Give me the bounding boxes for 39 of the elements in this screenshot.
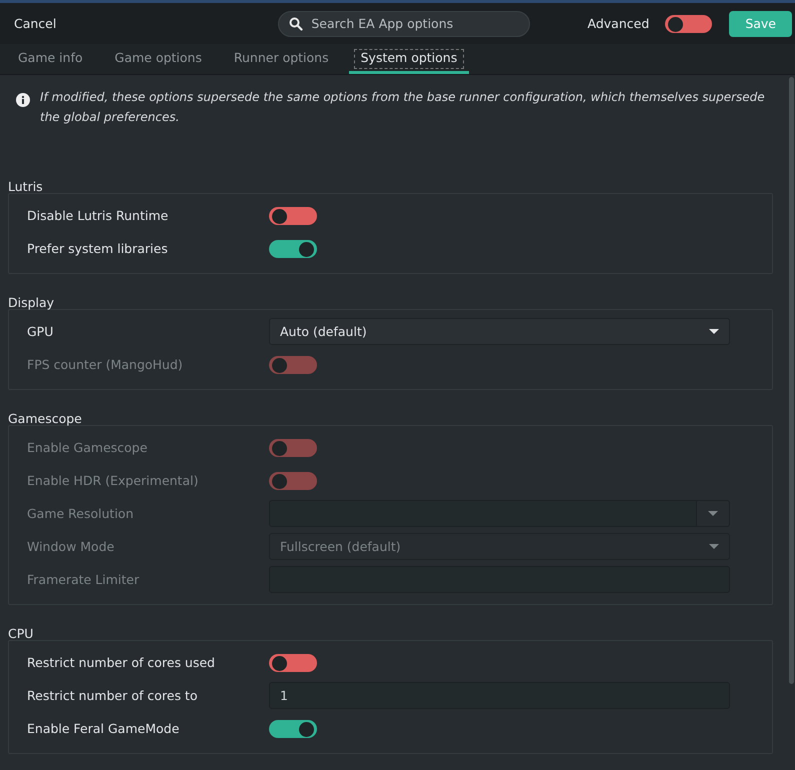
option-label: Disable Lutris Runtime [27, 208, 170, 223]
tab[interactable]: Runner options [222, 44, 341, 74]
option-label: Framerate Limiter [27, 572, 140, 587]
info-text: If modified, these options supersede the same options from the base runner configuration, which themselves supersede the global preferences. [40, 89, 765, 126]
dropdown[interactable]: Auto (default) [269, 318, 730, 345]
tab[interactable]: System options [348, 44, 470, 74]
input-field[interactable]: 1 [269, 682, 730, 709]
option-label: Enable HDR (Experimental) [27, 473, 200, 488]
option-label: Restrict number of cores to [27, 688, 198, 703]
option-label: GPU [27, 324, 54, 339]
option-label: Restrict number of cores used [27, 655, 216, 670]
option-label: Prefer system libraries [27, 241, 169, 256]
toggle-switch[interactable] [269, 206, 317, 224]
section-title: Lutris [8, 180, 44, 194]
advanced-label: Advanced [588, 16, 650, 31]
option-label: Enable Feral GameMode [27, 721, 180, 736]
toggle-switch[interactable] [269, 654, 317, 672]
save-button[interactable]: Save [729, 10, 792, 36]
section-title: CPU [8, 627, 34, 641]
toggle-switch[interactable] [269, 240, 317, 258]
search-field[interactable]: Search EA App options [309, 15, 529, 32]
section-title: Gamescope [8, 412, 83, 426]
option-label: Enable Gamescope [27, 440, 148, 455]
dropdown-arrow-icon [709, 328, 719, 334]
tab[interactable]: Game options [102, 44, 214, 74]
toggle-switch[interactable] [269, 720, 317, 738]
dropdown-arrow-icon [709, 544, 719, 550]
option-label: FPS counter (MangoHud) [27, 357, 184, 372]
info-icon [16, 93, 30, 107]
section-title: Display [8, 296, 56, 310]
option-label: Window Mode [27, 539, 116, 554]
search-icon [289, 16, 304, 30]
scrollbar[interactable] [789, 77, 794, 684]
search-bar[interactable]: Search EA App options [278, 10, 530, 36]
advanced-switch[interactable] [665, 14, 712, 32]
tab[interactable]: Game info [6, 44, 95, 74]
option-label: Game Resolution [27, 506, 135, 521]
dropdown-arrow-icon [708, 510, 718, 516]
cancel-button[interactable]: Cancel [0, 10, 70, 37]
